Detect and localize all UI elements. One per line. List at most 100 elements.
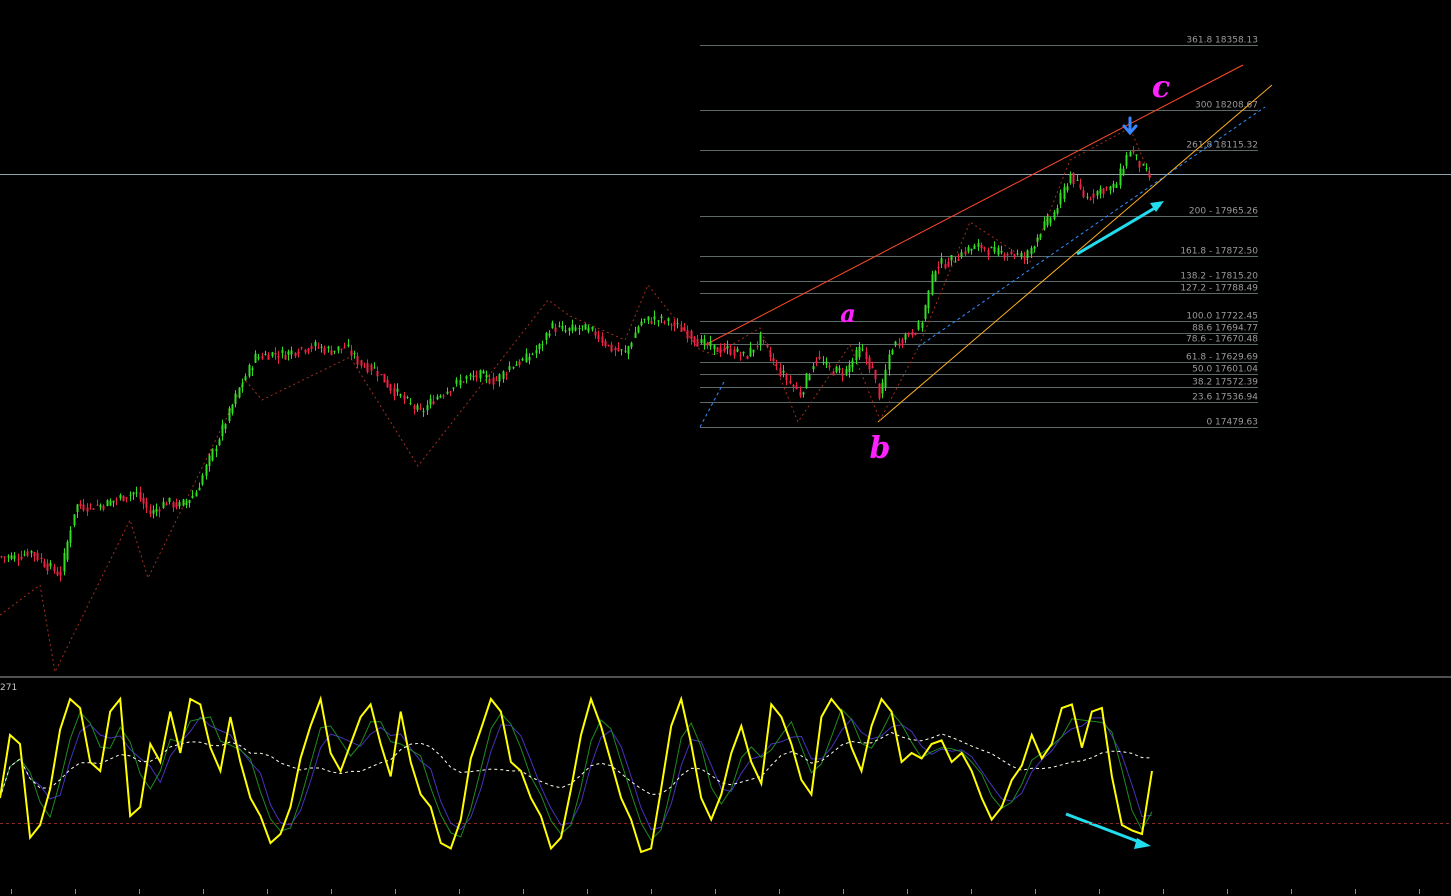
bull-candle xyxy=(512,367,515,369)
bull-candle xyxy=(485,374,488,378)
fib-label: 88.6 17694.77 xyxy=(1192,324,1258,334)
bull-candle xyxy=(894,341,897,346)
bull-candle xyxy=(248,365,251,377)
bear-candle xyxy=(1079,183,1082,189)
bull-candle xyxy=(924,305,927,320)
bear-candle xyxy=(841,372,844,376)
bull-candle xyxy=(571,324,574,331)
bull-candle xyxy=(1059,192,1062,205)
bear-candle xyxy=(680,327,683,332)
bear-candle xyxy=(267,354,270,360)
bull-candle xyxy=(63,552,66,572)
bear-candle xyxy=(601,336,604,343)
bull-candle xyxy=(1036,237,1039,242)
fib-label: 50.0 17601.04 xyxy=(1192,365,1258,375)
bear-candle xyxy=(419,408,422,410)
bear-candle xyxy=(82,504,85,511)
bull-candle xyxy=(333,350,336,352)
bear-candle xyxy=(1013,254,1016,257)
bull-candle xyxy=(881,382,884,394)
bull-candle xyxy=(825,361,828,365)
bear-candle xyxy=(594,331,597,336)
bull-candle xyxy=(561,325,564,329)
bull-candle xyxy=(1125,154,1128,166)
bull-candle xyxy=(568,327,571,331)
bull-candle xyxy=(838,368,841,371)
bull-candle xyxy=(185,501,188,505)
bull-candle xyxy=(950,255,953,261)
bear-candle xyxy=(746,356,749,359)
bull-candle xyxy=(703,339,706,345)
bull-candle xyxy=(23,554,26,556)
bull-candle xyxy=(548,333,551,336)
fib-label: 0 17479.63 xyxy=(1206,418,1258,428)
bull-candle xyxy=(109,500,112,506)
bull-candle xyxy=(578,328,581,330)
bear-candle xyxy=(690,330,693,340)
bull-candle xyxy=(960,252,963,258)
bull-candle xyxy=(851,360,854,368)
bear-candle xyxy=(89,504,92,506)
bull-candle xyxy=(1053,212,1056,219)
bull-candle xyxy=(1129,152,1132,157)
bear-candle xyxy=(389,384,392,391)
chart-background xyxy=(0,0,1451,896)
bull-candle xyxy=(465,376,468,379)
bear-candle xyxy=(297,351,300,355)
bull-candle xyxy=(977,242,980,247)
bear-candle xyxy=(492,377,495,385)
bull-candle xyxy=(954,261,957,263)
bull-candle xyxy=(1066,186,1069,191)
bull-candle xyxy=(459,379,462,386)
bull-candle xyxy=(290,350,293,355)
fib-label: 38.2 17572.39 xyxy=(1192,378,1258,388)
bull-candle xyxy=(1099,188,1102,194)
bull-candle xyxy=(993,246,996,252)
bull-candle xyxy=(373,367,376,369)
bear-candle xyxy=(366,363,369,373)
bull-candle xyxy=(640,321,643,326)
bull-candle xyxy=(320,346,323,348)
bull-candle xyxy=(888,354,891,370)
bear-candle xyxy=(775,364,778,366)
bear-candle xyxy=(792,385,795,387)
bull-candle xyxy=(429,398,432,405)
bear-candle xyxy=(0,556,3,558)
bear-candle xyxy=(1006,253,1009,256)
bull-candle xyxy=(1076,179,1079,181)
bull-candle xyxy=(106,500,109,507)
bear-candle xyxy=(172,502,175,508)
bull-candle xyxy=(845,368,848,374)
bear-candle xyxy=(300,347,303,349)
bear-candle xyxy=(413,406,416,409)
bear-candle xyxy=(815,360,818,362)
bull-candle xyxy=(228,408,231,422)
bear-candle xyxy=(505,374,508,376)
bull-candle xyxy=(422,411,425,413)
bull-candle xyxy=(409,402,412,404)
bear-candle xyxy=(380,374,383,376)
bull-candle xyxy=(211,448,214,461)
bear-candle xyxy=(360,360,363,366)
wave-label-c: c xyxy=(1152,70,1170,105)
bear-candle xyxy=(901,339,904,344)
bear-candle xyxy=(59,571,62,576)
bear-candle xyxy=(663,321,666,323)
bull-candle xyxy=(1046,216,1049,226)
bull-candle xyxy=(469,374,472,377)
wave-label-a: a xyxy=(840,299,856,328)
bull-candle xyxy=(545,333,548,340)
bear-candle xyxy=(696,339,699,347)
bull-candle xyxy=(132,492,135,495)
bull-candle xyxy=(347,344,350,347)
bear-candle xyxy=(650,321,653,324)
bull-candle xyxy=(1026,250,1029,259)
bear-candle xyxy=(158,509,161,512)
bull-candle xyxy=(1049,218,1052,224)
bear-candle xyxy=(294,352,297,356)
bull-candle xyxy=(416,405,419,410)
bull-candle xyxy=(997,247,1000,255)
bear-candle xyxy=(683,326,686,332)
bull-candle xyxy=(931,274,934,295)
bear-candle xyxy=(871,366,874,369)
